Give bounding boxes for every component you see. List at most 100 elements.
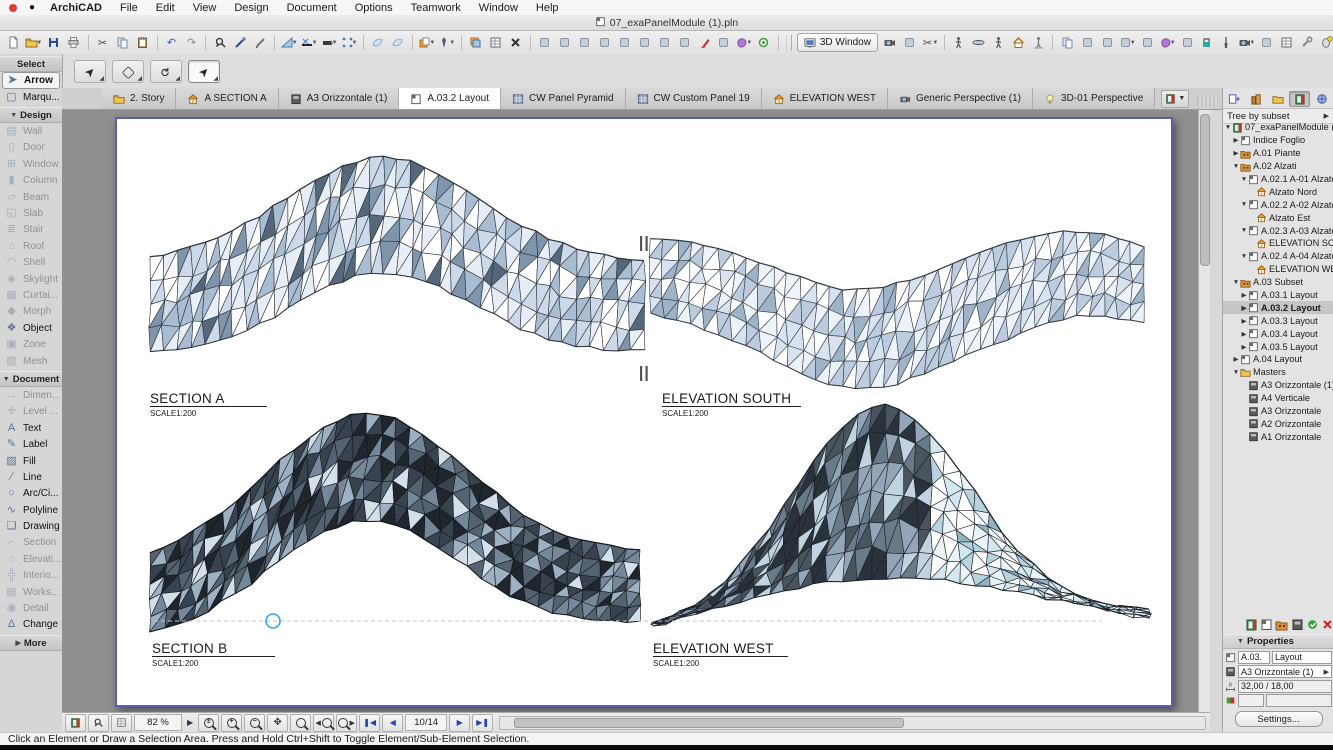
tree-item-a-02-3-a-03-alzato[interactable]: ▼A.02.3 A-03 Alzato <box>1223 224 1333 237</box>
tab-generic-perspective-1-[interactable]: Generic Perspective (1) <box>888 88 1033 109</box>
tree-item-a-02-2-a-02-alzato[interactable]: ▼A.02.2 A-02 Alzato <box>1223 198 1333 211</box>
tab-3d-01-perspective[interactable]: 3D-01 Perspective <box>1033 88 1155 109</box>
open-expander-icon[interactable]: ▼ <box>1240 201 1248 208</box>
paint-brush-button[interactable] <box>1217 33 1237 52</box>
next-page-button[interactable]: ▶ <box>449 714 470 732</box>
tree-item-elevation-south[interactable]: ELEVATION SOUTH <box>1223 237 1333 250</box>
layout-name-field[interactable]: Layout <box>1272 651 1332 664</box>
tab-scroll-strip[interactable] <box>1197 97 1218 107</box>
toolbox-item-zone[interactable]: ▣Zone <box>0 336 62 352</box>
toolbox-item-section[interactable]: ⌐Section <box>0 535 62 551</box>
find-select-button[interactable] <box>210 33 230 52</box>
ungroup-button[interactable] <box>555 33 575 52</box>
update-drawings-button[interactable] <box>1306 617 1319 631</box>
toolbox-item-change[interactable]: ΔChange <box>0 617 62 633</box>
menu-teamwork[interactable]: Teamwork <box>402 2 470 14</box>
toolbox-item-detail[interactable]: ◉Detail <box>0 600 62 616</box>
pan-zoom-button[interactable] <box>111 714 132 732</box>
toolbox-item-shell[interactable]: ◠Shell <box>0 255 62 271</box>
orbit-mode-button[interactable] <box>969 33 989 52</box>
menu-help[interactable]: Help <box>527 2 568 14</box>
open-expander-icon[interactable]: ▼ <box>1224 124 1232 131</box>
toolbox-item-label[interactable]: ✎Label <box>0 436 62 452</box>
arrow-options-button[interactable]: ➤◢ <box>74 60 106 83</box>
tree-item-a-03-5-layout[interactable]: ▶A.03.5 Layout <box>1223 340 1333 353</box>
rotate-view-button[interactable]: ⟳◢ <box>150 60 182 83</box>
menu-design[interactable]: Design <box>225 2 277 14</box>
undo-button[interactable]: ↶ <box>162 33 182 52</box>
closed-expander-icon[interactable]: ▶ <box>1240 304 1248 312</box>
menu-edit[interactable]: Edit <box>147 2 184 14</box>
menu-view[interactable]: View <box>184 2 226 14</box>
tab-overview-button[interactable] <box>65 714 86 732</box>
navigator-layout-book-button[interactable] <box>1289 91 1310 107</box>
fill-teal-button[interactable] <box>1197 33 1217 52</box>
cut-button[interactable]: ✂ <box>93 33 113 52</box>
toolbox-item-line[interactable]: ∕Line <box>0 469 62 485</box>
pen-default-button[interactable]: ▼ <box>437 33 457 52</box>
redo-button[interactable]: ↷ <box>182 33 202 52</box>
window-title-bar[interactable]: 07_exaPanelModule (1).pln <box>0 15 1333 31</box>
toolbox-item-arrow[interactable]: ➤Arrow <box>2 72 60 89</box>
3d-window-button[interactable]: 3D Window <box>797 33 878 52</box>
favorites-button[interactable]: ▼ <box>417 33 437 52</box>
tree-item-a3-orizzontale[interactable]: A3 Orizzontale <box>1223 405 1333 418</box>
print-button[interactable] <box>64 33 84 52</box>
closed-expander-icon[interactable]: ▶ <box>1240 317 1248 325</box>
close-x-button[interactable] <box>506 33 526 52</box>
polygon-edit-button[interactable] <box>654 33 674 52</box>
level-dimension-button[interactable] <box>574 33 594 52</box>
navigator-project-map-button[interactable] <box>1246 91 1267 107</box>
pan-hand-button[interactable]: ✥ <box>267 714 288 732</box>
open-expander-icon[interactable]: ▼ <box>1232 369 1240 376</box>
zoom-out-button[interactable]: − <box>244 714 265 732</box>
tree-item-a-01-piante[interactable]: ▶A.01 Piante <box>1223 147 1333 160</box>
navigator-publisher-button[interactable] <box>1311 91 1332 107</box>
green-target-button[interactable] <box>754 33 774 52</box>
toolbox-item-text[interactable]: AText <box>0 420 62 436</box>
marquee-options-button[interactable]: ▢◢ <box>112 60 144 83</box>
home-view-button[interactable] <box>1009 33 1029 52</box>
menu-window[interactable]: Window <box>470 2 527 14</box>
gravity-leaf-button[interactable] <box>368 33 388 52</box>
tree-item-a-03-2-layout[interactable]: ▶A.03.2 Layout <box>1223 301 1333 314</box>
zoom-menu-arrow[interactable]: ▶ <box>184 718 196 727</box>
toolbox-item-mesh[interactable]: ▨Mesh <box>0 353 62 369</box>
toolbox-item-dimension[interactable]: ↔Dimen... <box>0 387 62 403</box>
mouse-actions-button[interactable] <box>1317 33 1333 52</box>
previous-zoom-button[interactable]: ◀ <box>313 714 334 732</box>
toolbox-item-column[interactable]: ▮Column <box>0 173 62 189</box>
horizontal-scroll-thumb[interactable] <box>514 718 904 728</box>
arc-snap-button[interactable] <box>614 33 634 52</box>
toolbox-item-elevation[interactable]: ⌂Elevati... <box>0 551 62 567</box>
zoom-adjust-button[interactable]: ± <box>198 714 219 732</box>
paste-button[interactable] <box>133 33 153 52</box>
edit-selection-button[interactable] <box>674 33 694 52</box>
navigator-view-map-button[interactable] <box>1268 91 1289 107</box>
toolbox-item-drawing[interactable]: ❏Drawing <box>0 518 62 534</box>
delete-item-button[interactable] <box>1321 617 1333 631</box>
toolbox-section-select[interactable]: Select <box>0 56 62 72</box>
capture-dark-button[interactable] <box>1097 33 1117 52</box>
tab-cw-panel-pyramid[interactable]: CW Panel Pyramid <box>501 88 625 109</box>
trace-reference-button[interactable] <box>466 33 486 52</box>
tree-item-07-exapanelmodule-1-[interactable]: ▼07_exaPanelModule (1) <box>1223 121 1333 134</box>
tree-item-a-02-1-a-01-alzato[interactable]: ▼A.02.1 A-01 Alzato <box>1223 173 1333 186</box>
tree-item-a-03-4-layout[interactable]: ▶A.03.4 Layout <box>1223 327 1333 340</box>
camera-path-button[interactable] <box>880 33 900 52</box>
open-file-button[interactable]: ▼ <box>24 33 44 52</box>
toolbox-item-fill[interactable]: ▨Fill <box>0 453 62 469</box>
tree-item-a4-verticale[interactable]: A4 Verticale <box>1223 392 1333 405</box>
toolbox-item-slab[interactable]: ◱Slab <box>0 205 62 221</box>
tree-item-a2-orizzontale[interactable]: A2 Orizzontale <box>1223 417 1333 430</box>
side-view-button[interactable] <box>1029 33 1049 52</box>
tree-item-a-02-alzati[interactable]: ▼A.02 Alzati <box>1223 160 1333 173</box>
toolbox-section-design[interactable]: ▼Design <box>0 107 62 123</box>
toolbox-item-window[interactable]: ⊞Window <box>0 156 62 172</box>
tab-2-story[interactable]: 2. Story <box>102 88 176 109</box>
doc-compare-button[interactable] <box>1257 33 1277 52</box>
tree-item-alzato-est[interactable]: Alzato Est <box>1223 211 1333 224</box>
toolbox-item-door[interactable]: ▯Door <box>0 140 62 156</box>
copy-button[interactable] <box>113 33 133 52</box>
open-master-button[interactable] <box>1291 617 1304 631</box>
